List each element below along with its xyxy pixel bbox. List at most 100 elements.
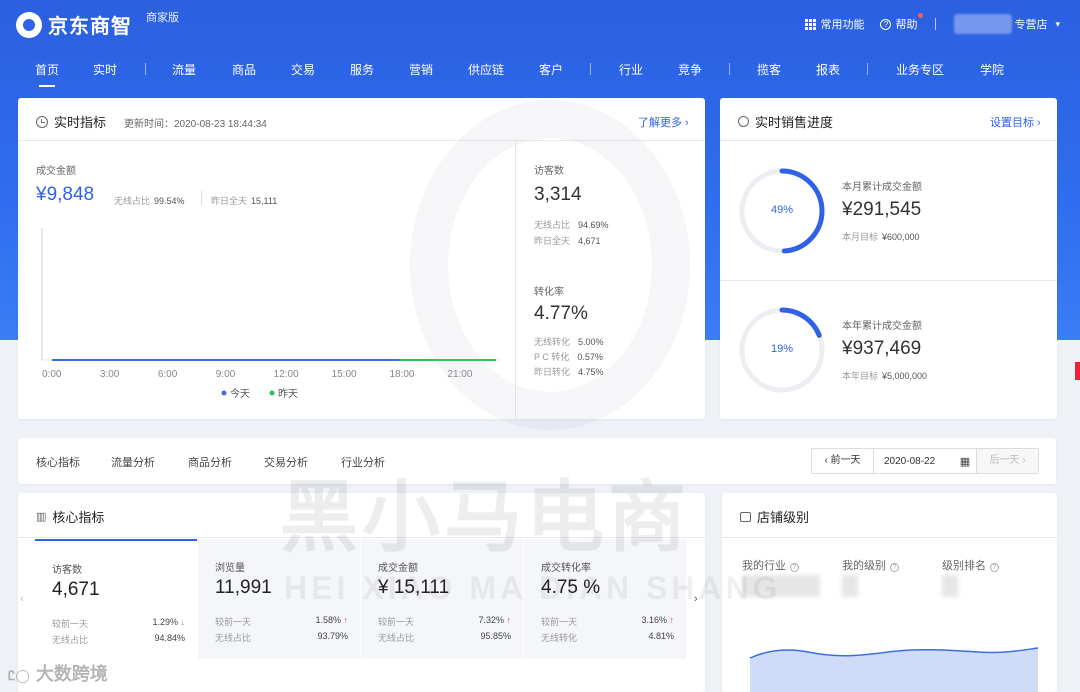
year-progress-percent: 19% — [770, 343, 794, 355]
tab-trade-analysis[interactable]: 交易分析 — [264, 454, 308, 470]
nav-item-industry[interactable]: 行业 — [619, 61, 643, 78]
core-metrics-title-text: 核心指标 — [52, 510, 105, 525]
metric-label: 访客数 — [52, 565, 82, 576]
tab-industry-analysis[interactable]: 行业分析 — [341, 454, 385, 470]
nav-item-supply-chain[interactable]: 供应链 — [468, 61, 504, 78]
gmv-wireless-ratio: 无线占比 99.54% — [114, 196, 185, 206]
conversion-yesterday: 昨日转化 4.75% — [534, 367, 604, 377]
conversion-wireless: 无线转化 5.00% — [534, 337, 604, 347]
metric-wireless-value: 4.81% — [648, 631, 674, 641]
nav-item-competition[interactable]: 竞争 — [678, 61, 702, 78]
tab-traffic-analysis[interactable]: 流量分析 — [111, 454, 155, 470]
nav-item-service[interactable]: 服务 — [350, 61, 374, 78]
legend-label-1: 昨天 — [278, 388, 298, 400]
next-day-button[interactable]: 后一天 › — [976, 449, 1038, 473]
divider — [515, 141, 516, 419]
realtime-title: 实时指标 — [36, 112, 106, 131]
calendar-icon[interactable]: ▦ — [954, 455, 976, 468]
metric-value: 4,671 — [52, 579, 100, 600]
metric-wireless-label: 无线转化 — [541, 633, 578, 643]
notification-dot — [918, 13, 924, 18]
metric-compare-label: 较前一天 — [378, 617, 415, 627]
learn-more-link[interactable]: 了解更多 › — [638, 114, 689, 130]
metric-compare-label: 较前一天 — [215, 617, 252, 627]
info-icon: ? — [890, 563, 899, 572]
help-icon: ? — [880, 18, 892, 30]
legend-marker-0 — [221, 390, 227, 396]
nav-item-marketing[interactable]: 营销 — [409, 61, 433, 78]
logo[interactable]: 京东商智 — [16, 10, 132, 39]
divider — [720, 140, 1057, 141]
level-rank-label: 级别排名? — [942, 557, 999, 573]
sales-progress-card: 实时销售进度 设置目标 › 49% 本月累计成交金额 ¥291,545 本月目标… — [720, 98, 1057, 419]
sales-progress-title-text: 实时销售进度 — [755, 115, 834, 130]
x-tick-label: 18:00 — [389, 369, 414, 380]
common-functions-button[interactable]: 常用功能 — [805, 16, 864, 32]
grid-icon — [805, 18, 817, 30]
year-gmv-value: ¥937,469 — [842, 338, 922, 359]
metric-compare-label: 较前一天 — [541, 617, 578, 627]
metric-card-gmv[interactable]: 成交金额 ¥ 15,111 较前一天 7.32% ↑ 无线占比 95.85% — [361, 539, 523, 659]
visitors-label: 访客数 — [534, 166, 564, 177]
month-progress-percent: 49% — [770, 204, 794, 216]
top-bar: 京东商智 商家版 常用功能 ? 帮助 专营店 ▾ — [0, 0, 1080, 50]
metric-compare-value: 7.32% ↑ — [478, 615, 511, 625]
gmv-value: ¥9,848 — [36, 184, 95, 205]
nav-item-business-zone[interactable]: 业务专区 — [896, 61, 944, 78]
metric-card-pageviews[interactable]: 浏览量 11,991 较前一天 1.58% ↑ 无线占比 93.79% — [198, 539, 360, 659]
chevron-down-icon: ▾ — [1055, 18, 1060, 29]
metric-compare-label: 较前一天 — [52, 619, 89, 629]
realtime-chart: 0:00 3:00 6:00 9:00 12:00 15:00 18:00 21:00 今天 昨天 — [41, 228, 500, 400]
nav-item-realtime[interactable]: 实时 — [93, 61, 117, 78]
conversion-label: 转化率 — [534, 287, 564, 298]
logo-text: 京东商智 — [48, 16, 132, 38]
store-icon — [740, 511, 751, 522]
set-target-link[interactable]: 设置目标 › — [990, 114, 1041, 130]
gmv-yesterday: 昨日全天 15,111 — [211, 196, 278, 206]
divider — [720, 280, 1057, 281]
my-level-label: 我的级别? — [842, 557, 899, 573]
rank-value-blurred — [942, 575, 958, 597]
store-menu[interactable]: 专营店 ▾ — [954, 14, 1060, 34]
store-level-title-text: 店铺级别 — [757, 510, 810, 525]
nav-item-trade[interactable]: 交易 — [291, 61, 315, 78]
clock-icon — [36, 115, 48, 128]
nav-item-customer[interactable]: 客户 — [539, 61, 563, 78]
x-tick-label: 21:00 — [447, 369, 472, 380]
scroll-left-icon[interactable]: ‹ — [20, 593, 24, 605]
metric-compare-value: 1.29% ↓ — [152, 617, 185, 627]
nav-item-traffic[interactable]: 流量 — [172, 61, 196, 78]
nav-item-report[interactable]: 报表 — [816, 61, 840, 78]
nav-item-academy[interactable]: 学院 — [980, 61, 1004, 78]
x-tick-label: 3:00 — [100, 369, 120, 380]
realtime-title-text: 实时指标 — [54, 115, 107, 130]
month-gmv-value: ¥291,545 — [842, 199, 922, 220]
core-metrics-title: ▥ 核心指标 — [36, 507, 104, 526]
arrow-up-icon: ↑ — [669, 615, 675, 625]
analysis-tabs: 核心指标 流量分析 商品分析 交易分析 行业分析 ‹ 前一天 2020-08-2… — [18, 438, 1056, 484]
scroll-right-icon[interactable]: › — [694, 593, 698, 605]
prev-day-button[interactable]: ‹ 前一天 — [812, 449, 874, 473]
visitors-wireless: 无线占比 94.69% — [534, 220, 609, 230]
year-gmv-label: 本年累计成交金额 — [842, 321, 922, 332]
divider — [18, 537, 705, 538]
metric-card-conversion[interactable]: 成交转化率 4.75 % 较前一天 3.16% ↑ 无线转化 4.81% — [524, 539, 686, 659]
nav-separator — [729, 63, 730, 75]
help-button[interactable]: ? 帮助 — [880, 13, 924, 32]
year-target: 本年目标 ¥5,000,000 — [842, 371, 928, 381]
store-type-label: 专营店 — [1014, 19, 1048, 31]
tab-product-analysis[interactable]: 商品分析 — [188, 454, 232, 470]
nav-item-home[interactable]: 首页 — [35, 61, 59, 87]
tab-core-metrics[interactable]: 核心指标 — [36, 454, 80, 470]
nav-item-product[interactable]: 商品 — [232, 61, 256, 78]
metric-card-visitors[interactable]: 访客数 4,671 较前一天 1.29% ↓ 无线占比 94.84% — [35, 539, 197, 659]
common-functions-label: 常用功能 — [820, 19, 865, 31]
nav-item-acquire[interactable]: 揽客 — [757, 61, 781, 78]
side-tab[interactable] — [1075, 362, 1080, 380]
x-tick-label: 12:00 — [274, 369, 299, 380]
x-tick-label: 9:00 — [216, 369, 236, 380]
divider — [18, 140, 705, 141]
industry-value-blurred — [742, 575, 820, 597]
date-input[interactable]: 2020-08-22 — [874, 456, 954, 467]
store-level-trend-chart — [749, 647, 1039, 692]
